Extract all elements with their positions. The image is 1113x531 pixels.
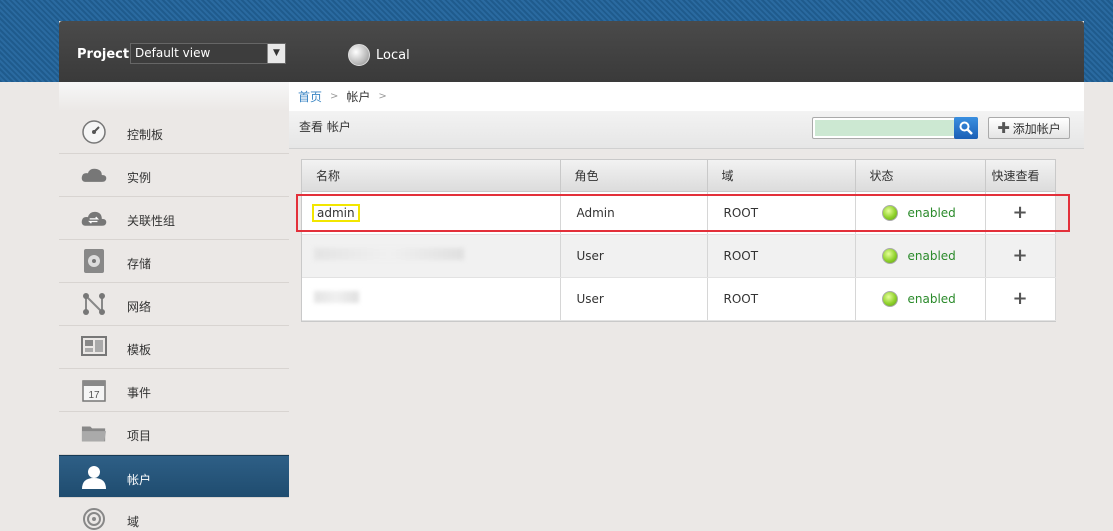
dashboard-icon <box>81 119 107 145</box>
plus-icon: ✚ <box>997 119 1010 137</box>
status-enabled-icon <box>881 247 898 264</box>
table-row[interactable]: User ROOT enabled + <box>302 234 1056 278</box>
domain-icon <box>81 506 107 531</box>
project-label: Project: <box>77 47 135 62</box>
header-bar: Project: Default view ▼ Local <box>59 21 1084 82</box>
sidebar-item-label: 实例 <box>127 171 152 185</box>
sidebar-item-label: 控制板 <box>127 128 164 142</box>
status-text: enabled <box>907 205 956 220</box>
quick-view-plus-icon[interactable]: + <box>1012 202 1027 223</box>
status-text: enabled <box>907 291 956 306</box>
sidebar-item-label: 网络 <box>127 300 152 314</box>
toolbar: 查看 帐户 ✚ 添加帐户 <box>289 111 1084 149</box>
sidebar-item-label: 关联性组 <box>127 214 176 228</box>
status-cell: enabled <box>872 290 985 307</box>
sidebar-item-dashboard[interactable]: 控制板 <box>59 111 289 154</box>
account-role: Admin <box>560 191 708 235</box>
search-box[interactable] <box>812 117 978 139</box>
search-input[interactable] <box>815 120 955 136</box>
sidebar-item-projects[interactable]: 项目 <box>59 412 289 455</box>
sidebar-item-templates[interactable]: 模板 <box>59 326 289 369</box>
storage-icon <box>81 248 107 274</box>
account-domain: ROOT <box>707 191 856 235</box>
sidebar-item-network[interactable]: 网络 <box>59 283 289 326</box>
status-enabled-icon <box>881 204 898 221</box>
calendar-icon: 17 <box>81 377 107 403</box>
table-row[interactable]: User ROOT enabled + <box>302 277 1056 321</box>
app-shell: Project: Default view ▼ Local 控制板 实例 关联性… <box>59 21 1084 531</box>
template-icon <box>81 334 107 360</box>
folder-icon <box>81 420 107 446</box>
table-row[interactable]: admin Admin ROOT enabled + <box>302 191 1056 235</box>
search-icon <box>959 121 973 135</box>
page-title: 查看 帐户 <box>299 120 351 134</box>
status-cell: enabled <box>872 204 985 221</box>
column-header-name[interactable]: 名称 <box>302 160 561 192</box>
main-content: 首页 > 帐户 > 查看 帐户 ✚ 添加帐户 名称 角色 域 状态 快速查看 a… <box>289 82 1084 531</box>
network-icon <box>81 291 107 317</box>
chevron-down-icon[interactable]: ▼ <box>267 44 285 63</box>
cloud-icon <box>81 162 107 188</box>
quick-view-plus-icon[interactable]: + <box>1012 245 1027 266</box>
sidebar-item-events[interactable]: 17 事件 <box>59 369 289 412</box>
column-header-status[interactable]: 状态 <box>855 160 986 192</box>
status-enabled-icon <box>881 290 898 307</box>
sidebar-item-affinity-groups[interactable]: 关联性组 <box>59 197 289 240</box>
account-role: User <box>560 234 708 278</box>
sidebar-item-domains[interactable]: 域 <box>59 498 289 531</box>
zone-indicator[interactable]: Local <box>348 43 410 67</box>
project-select-value: Default view <box>135 46 211 60</box>
affinity-cloud-icon <box>81 205 107 231</box>
sidebar-item-label: 项目 <box>127 429 152 443</box>
sidebar-item-label: 域 <box>127 515 140 529</box>
sidebar-item-label: 事件 <box>127 386 152 400</box>
sidebar-item-label: 帐户 <box>127 473 152 487</box>
calendar-day: 17 <box>88 390 100 401</box>
breadcrumb-home[interactable]: 首页 <box>298 88 322 105</box>
accounts-table: 名称 角色 域 状态 快速查看 admin Admin ROOT enabled… <box>301 159 1056 322</box>
table-header-row: 名称 角色 域 状态 快速查看 <box>302 160 1056 192</box>
page-margin <box>1084 82 1113 531</box>
sidebar-item-instances[interactable]: 实例 <box>59 154 289 197</box>
account-name[interactable]: admin <box>312 203 360 222</box>
redacted-name[interactable] <box>314 291 359 303</box>
sidebar: 控制板 实例 关联性组 存储 网络 模板 17 事件 项目 帐户 域 <box>59 82 289 531</box>
sidebar-item-accounts[interactable]: 帐户 <box>59 455 289 498</box>
column-header-role[interactable]: 角色 <box>560 160 708 192</box>
sidebar-item-storage[interactable]: 存储 <box>59 240 289 283</box>
column-header-quickview: 快速查看 <box>985 160 1056 192</box>
account-domain: ROOT <box>707 277 856 321</box>
breadcrumb-current[interactable]: 帐户 <box>346 88 370 105</box>
redacted-name[interactable] <box>314 248 464 260</box>
zone-label: Local <box>376 47 410 63</box>
add-account-label: 添加帐户 <box>1012 121 1061 136</box>
column-header-domain[interactable]: 域 <box>707 160 856 192</box>
sidebar-item-label: 模板 <box>127 343 152 357</box>
add-account-button[interactable]: ✚ 添加帐户 <box>988 117 1070 139</box>
globe-icon <box>348 44 370 66</box>
quick-view-plus-icon[interactable]: + <box>1012 288 1027 309</box>
project-select[interactable]: Default view ▼ <box>130 43 286 64</box>
search-button[interactable] <box>954 117 978 139</box>
sidebar-item-label: 存储 <box>127 257 152 271</box>
status-cell: enabled <box>872 247 985 264</box>
account-role: User <box>560 277 708 321</box>
status-text: enabled <box>907 248 956 263</box>
account-domain: ROOT <box>707 234 856 278</box>
user-icon <box>81 464 107 490</box>
breadcrumb-separator: > <box>378 91 387 102</box>
breadcrumb-separator: > <box>330 91 339 102</box>
breadcrumb: 首页 > 帐户 > <box>289 82 1084 111</box>
